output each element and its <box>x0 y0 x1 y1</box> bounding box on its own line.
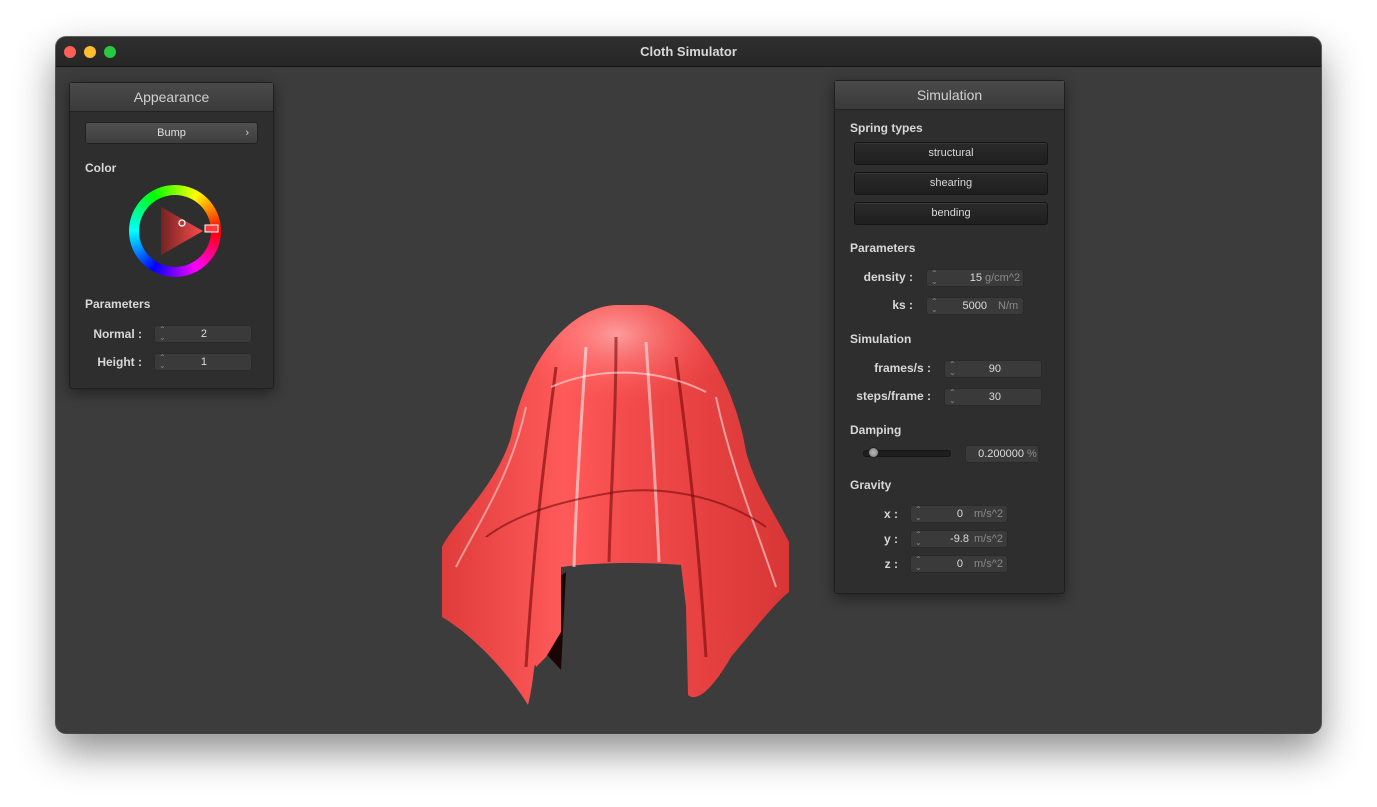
stepper-arrows-icon[interactable]: ⌃ ⌄ <box>915 506 922 522</box>
appearance-panel-title[interactable]: Appearance <box>70 83 273 112</box>
ks-unit: N/m <box>998 300 1019 312</box>
height-spinbox[interactable]: ⌃ ⌄ 1 <box>154 353 252 371</box>
appearance-panel: Appearance Bump › Color Parameters Norma… <box>69 82 274 389</box>
damping-value: 0.200000 <box>978 448 1024 460</box>
stepper-arrows-icon[interactable]: ⌃ ⌄ <box>949 389 956 405</box>
app-window: Cloth Simulator Appearance Bump › Color … <box>56 37 1321 733</box>
normal-label: Normal : <box>93 327 142 341</box>
steps-spinbox[interactable]: ⌃ ⌄ 30 <box>944 388 1042 406</box>
cloth-mesh <box>442 305 789 705</box>
density-unit: g/cm^2 <box>985 272 1021 284</box>
window-title: Cloth Simulator <box>640 44 737 59</box>
fps-spinbox[interactable]: ⌃ ⌄ 90 <box>944 360 1042 378</box>
gravity-x-value: 0 <box>956 508 963 520</box>
steps-value: 30 <box>988 391 1001 403</box>
height-value: 1 <box>200 356 207 368</box>
density-spinbox[interactable]: ⌃ ⌄ 15 g/cm^2 <box>926 269 1024 287</box>
damping-unit: % <box>1027 448 1037 460</box>
stepper-arrows-icon[interactable]: ⌃ ⌄ <box>915 531 922 547</box>
stepper-arrows-icon[interactable]: ⌃ ⌄ <box>931 298 938 314</box>
color-label: Color <box>85 161 117 175</box>
ks-spinbox[interactable]: ⌃ ⌄ 5000 N/m <box>926 297 1024 315</box>
gravity-x-unit: m/s^2 <box>974 508 1003 520</box>
gravity-x-label: x : <box>883 507 898 521</box>
gravity-z-label: z : <box>884 557 898 571</box>
color-wheel[interactable] <box>127 183 223 279</box>
gravity-label: Gravity <box>850 478 892 492</box>
steps-label: steps/frame : <box>856 389 931 403</box>
gravity-y-unit: m/s^2 <box>974 533 1003 545</box>
simulation-panel-title[interactable]: Simulation <box>835 81 1064 110</box>
stepper-arrows-icon[interactable]: ⌃ ⌄ <box>931 270 938 286</box>
stepper-arrows-icon[interactable]: ⌃ ⌄ <box>159 326 166 342</box>
normal-spinbox[interactable]: ⌃ ⌄ 2 <box>154 325 252 343</box>
simulation-parameters-label: Parameters <box>850 241 916 255</box>
fps-value: 90 <box>988 363 1001 375</box>
gravity-z-spinbox[interactable]: ⌃ ⌄ 0 m/s^2 <box>910 555 1008 573</box>
stepper-arrows-icon[interactable]: ⌃ ⌄ <box>159 354 166 370</box>
spring-types-label: Spring types <box>850 121 923 135</box>
hue-marker[interactable] <box>204 224 219 233</box>
gravity-y-value: -9.8 <box>950 533 969 545</box>
stepper-arrows-icon[interactable]: ⌃ ⌄ <box>949 361 956 377</box>
height-label: Height : <box>97 355 142 369</box>
shearing-toggle-button[interactable]: shearing <box>854 172 1048 195</box>
fps-label: frames/s : <box>874 361 931 375</box>
simulation-section-label: Simulation <box>850 332 912 346</box>
damping-field[interactable]: 0.200000 % <box>965 445 1039 463</box>
gravity-y-spinbox[interactable]: ⌃ ⌄ -9.8 m/s^2 <box>910 530 1008 548</box>
ks-value: 5000 <box>962 300 987 312</box>
appearance-parameters-label: Parameters <box>85 297 151 311</box>
bending-toggle-button[interactable]: bending <box>854 202 1048 225</box>
density-value: 15 <box>969 272 982 284</box>
stepper-arrows-icon[interactable]: ⌃ ⌄ <box>915 556 922 572</box>
gravity-z-value: 0 <box>956 558 963 570</box>
damping-label: Damping <box>850 423 902 437</box>
shader-dropdown[interactable]: Bump › <box>85 122 258 144</box>
gravity-z-unit: m/s^2 <box>974 558 1003 570</box>
ks-label: ks : <box>892 298 913 312</box>
gravity-y-label: y : <box>883 532 898 546</box>
chevron-right-icon: › <box>245 127 249 139</box>
gravity-x-spinbox[interactable]: ⌃ ⌄ 0 m/s^2 <box>910 505 1008 523</box>
density-label: density : <box>863 270 913 284</box>
shader-dropdown-label: Bump <box>157 127 186 139</box>
normal-value: 2 <box>200 328 207 340</box>
title-bar: Cloth Simulator <box>56 37 1321 67</box>
simulation-panel: Simulation Spring types structural shear… <box>834 80 1065 594</box>
structural-toggle-button[interactable]: structural <box>854 142 1048 165</box>
